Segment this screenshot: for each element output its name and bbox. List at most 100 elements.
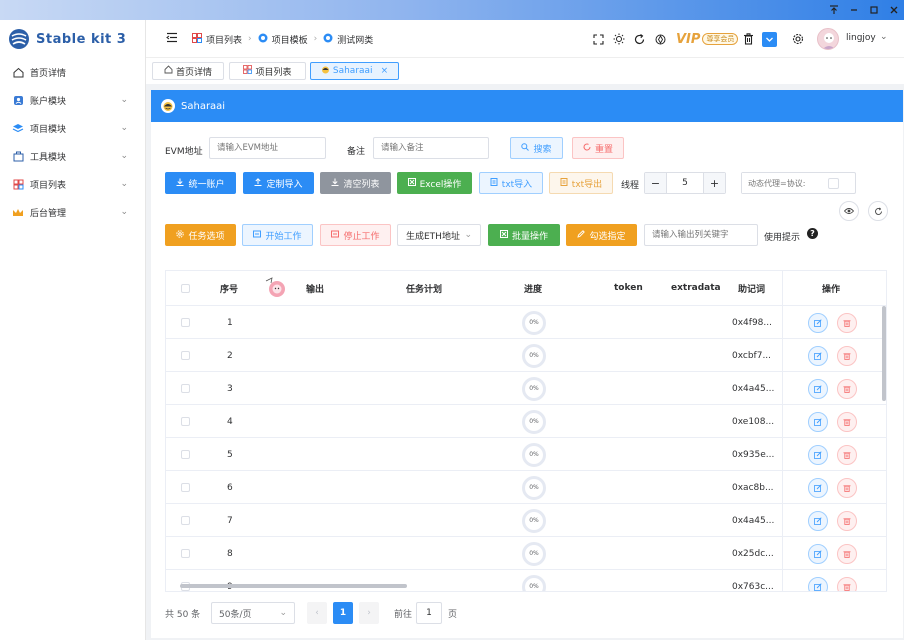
goto-page-input[interactable]: 1 [416, 602, 442, 624]
pin-top-icon[interactable] [824, 0, 844, 20]
stop-work-button[interactable]: 停止工作 [320, 224, 391, 246]
prev-page-button[interactable]: ‹ [307, 602, 327, 624]
row-checkbox[interactable] [181, 537, 190, 570]
table-row[interactable]: 5 0% 0x935e... [166, 437, 886, 471]
sun-icon[interactable] [611, 30, 627, 48]
table-row[interactable]: 8 0% 0x25dc... [166, 536, 886, 570]
edit-button[interactable] [808, 306, 828, 339]
breadcrumb-item[interactable]: 项目模板 [272, 33, 308, 46]
delete-button[interactable] [837, 306, 857, 339]
custom-import-button[interactable]: 定制导入 [243, 172, 314, 194]
check-assign-button[interactable]: 勾选指定 [566, 224, 637, 246]
table-row[interactable]: 9 0% 0x763c... [166, 569, 886, 591]
search-button[interactable]: 搜索 [510, 137, 563, 159]
theme-dropdown-icon[interactable] [762, 32, 777, 47]
vip-badge[interactable]: VIP 尊享会员 [676, 31, 739, 47]
page-size-select[interactable]: 50条/页 ⌄ [211, 602, 295, 624]
note-input[interactable] [373, 137, 489, 159]
refresh-icon[interactable] [631, 30, 647, 48]
app-logo[interactable]: Stable kit 3 [8, 28, 126, 50]
eye-icon[interactable] [839, 201, 859, 221]
maximize-icon[interactable] [864, 0, 884, 20]
gen-eth-select[interactable]: 生成ETH地址 ⌄ [397, 224, 481, 246]
next-page-button[interactable]: › [359, 602, 379, 624]
chevron-down-icon[interactable]: ⌄ [880, 32, 888, 42]
reset-button[interactable]: 重置 [572, 137, 624, 159]
row-checkbox[interactable] [181, 306, 190, 339]
horizontal-scrollbar[interactable] [180, 584, 407, 588]
row-checkbox[interactable] [181, 504, 190, 537]
table-row[interactable]: 1 0% 0x4f98... [166, 305, 886, 339]
edit-button[interactable] [808, 471, 828, 504]
ethereum-icon[interactable] [652, 30, 668, 48]
delete-button[interactable] [837, 471, 857, 504]
sidebar-item-home[interactable]: 首页详情 [0, 58, 146, 86]
table-row[interactable]: 2 0% 0xcbf7... [166, 338, 886, 372]
collapse-menu-icon[interactable] [166, 32, 178, 46]
table-row[interactable]: 6 0% 0xac8b... [166, 470, 886, 504]
row-checkbox[interactable] [181, 471, 190, 504]
edit-button[interactable] [808, 537, 828, 570]
txt-export-button[interactable]: txt导出 [549, 172, 613, 194]
delete-button[interactable] [837, 504, 857, 537]
keyword-input[interactable] [644, 224, 758, 246]
sidebar-item-admin[interactable]: 后台管理 ⌄ [0, 198, 146, 226]
txt-import-button[interactable]: txt导入 [479, 172, 543, 194]
question-circle-icon[interactable]: ? [807, 228, 818, 239]
row-checkbox[interactable] [181, 339, 190, 372]
delete-button[interactable] [837, 339, 857, 372]
fullscreen-icon[interactable] [590, 30, 606, 48]
proxy-input[interactable] [742, 173, 820, 193]
sidebar-item-tools[interactable]: 工具模块 ⌄ [0, 142, 146, 170]
tab-home[interactable]: 首页详情 [152, 62, 224, 80]
clear-list-button[interactable]: 清空列表 [320, 172, 391, 194]
settings-gear-icon[interactable] [790, 30, 806, 48]
edit-button[interactable] [808, 372, 828, 405]
select-all-checkbox[interactable] [181, 271, 190, 305]
breadcrumb-item[interactable]: 测试网类 [337, 33, 373, 46]
sidebar-item-project[interactable]: 项目模块 ⌄ [0, 114, 146, 142]
vertical-scrollbar[interactable] [882, 306, 886, 401]
evm-address-input[interactable] [209, 137, 326, 159]
start-work-button[interactable]: 开始工作 [242, 224, 313, 246]
decrement-button[interactable]: − [645, 173, 667, 193]
table-row[interactable]: 3 0% 0x4a45... [166, 371, 886, 405]
page-1-button[interactable]: 1 [333, 602, 353, 624]
breadcrumb-item[interactable]: 项目列表 [206, 33, 242, 46]
user-avatar[interactable] [817, 28, 839, 50]
edit-button[interactable] [808, 405, 828, 438]
edit-button[interactable] [808, 339, 828, 372]
tab-saharaai[interactable]: Saharaai × [310, 62, 399, 80]
delete-button[interactable] [837, 570, 857, 591]
edit-button[interactable] [808, 504, 828, 537]
row-checkbox[interactable] [181, 372, 190, 405]
row-checkbox[interactable] [181, 570, 190, 591]
proxy-toggle-checkbox[interactable] [828, 177, 839, 189]
sidebar-item-project-list[interactable]: 项目列表 ⌄ [0, 170, 146, 198]
edit-button[interactable] [808, 570, 828, 591]
tab-project-list[interactable]: 项目列表 [229, 62, 306, 80]
batch-ops-button[interactable]: 批量操作 [488, 224, 560, 246]
minimize-icon[interactable] [844, 0, 864, 20]
user-name[interactable]: lingjoy [846, 33, 876, 43]
thread-value[interactable]: 5 [667, 173, 703, 193]
delete-button[interactable] [837, 438, 857, 471]
excel-ops-button[interactable]: Excel操作 [397, 172, 472, 194]
table-row[interactable]: 7 0% 0x4a45... [166, 503, 886, 537]
close-icon[interactable] [884, 0, 904, 20]
thread-stepper[interactable]: − 5 + [644, 172, 726, 194]
unify-account-button[interactable]: 统一账户 [165, 172, 236, 194]
delete-button[interactable] [837, 537, 857, 570]
row-checkbox[interactable] [181, 438, 190, 471]
increment-button[interactable]: + [703, 173, 725, 193]
sidebar-item-account[interactable]: 账户模块 ⌄ [0, 86, 146, 114]
refresh-icon[interactable] [868, 201, 888, 221]
table-row[interactable]: 4 0% 0xe108... [166, 404, 886, 438]
delete-button[interactable] [837, 372, 857, 405]
trash-icon[interactable] [740, 30, 756, 48]
task-options-button[interactable]: 任务选项 [165, 224, 236, 246]
row-checkbox[interactable] [181, 405, 190, 438]
tab-close-icon[interactable]: × [381, 66, 389, 76]
edit-button[interactable] [808, 438, 828, 471]
delete-button[interactable] [837, 405, 857, 438]
